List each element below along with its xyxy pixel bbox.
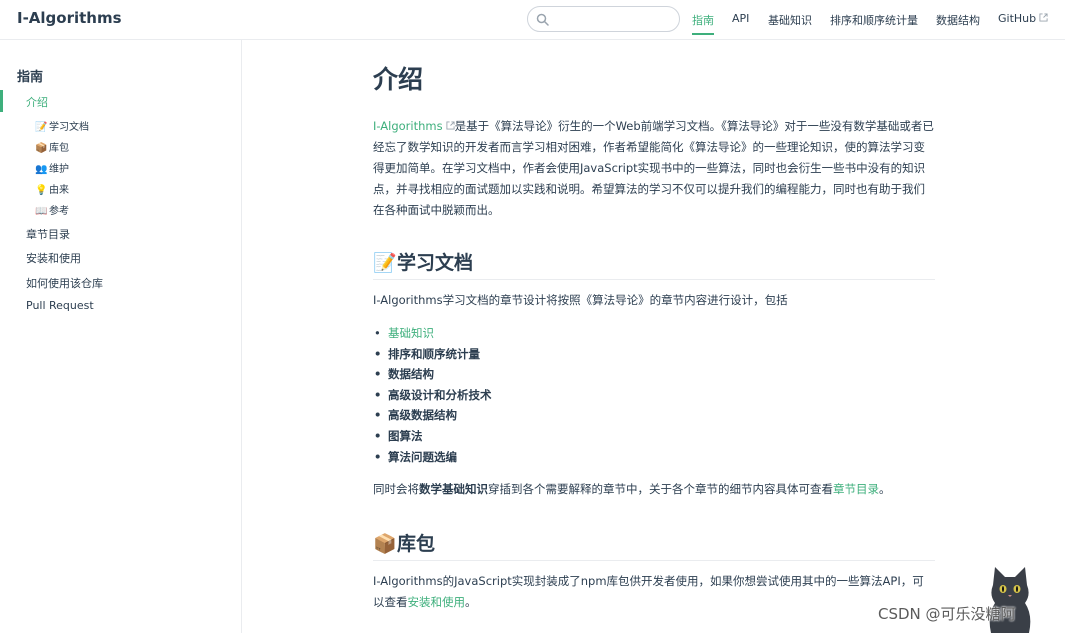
sidebar-item-chapters[interactable]: 章节目录	[26, 226, 70, 242]
sidebar-subitem-label: 库包	[49, 143, 69, 154]
section-package-text: I-Algorithms的JavaScript实现封装成了npm库包供开发者使用…	[373, 571, 935, 613]
nav-link-basics[interactable]: 基础知识	[768, 12, 812, 28]
book-icon: 📖	[35, 206, 48, 217]
section-docs-lead: I-Algorithms学习文档的章节设计将按照《算法导论》的章节内容进行设计，…	[373, 293, 788, 307]
section-docs-note: 同时会将数学基础知识穿插到各个需要解释的章节中，关于各个章节的细节内容具体可查看…	[373, 479, 935, 500]
sidebar-subitem-label: 维护	[49, 164, 69, 175]
sidebar-item-install[interactable]: 安装和使用	[26, 250, 81, 266]
sidebar-subitem-label: 参考	[49, 206, 69, 217]
sidebar-subitem-label: 学习文档	[49, 122, 89, 133]
memo-icon: 📝	[373, 252, 397, 274]
nav-link-sorting[interactable]: 排序和顺序统计量	[830, 12, 918, 28]
intro-link-text: I-Algorithms	[373, 119, 443, 133]
nav-link-github[interactable]: GitHub	[998, 12, 1048, 25]
section-heading-docs: 📝学习文档	[373, 248, 935, 280]
list-item: 算法问题选编	[373, 447, 492, 468]
package-icon: 📦	[35, 143, 48, 154]
search-input[interactable]	[554, 10, 672, 28]
list-item: 高级数据结构	[373, 405, 492, 426]
package-icon: 📦	[373, 533, 397, 555]
chapter-list: 基础知识 排序和顺序统计量 数据结构 高级设计和分析技术 高级数据结构 图算法 …	[373, 323, 492, 467]
sidebar-subitem-package[interactable]: 📦 库包	[35, 139, 69, 154]
list-item: 图算法	[373, 426, 492, 447]
memo-icon: 📝	[35, 122, 48, 133]
intro-text: 是基于《算法导论》衍生的一个Web前端学习文档。《算法导论》对于一些没有数学基础…	[373, 119, 934, 217]
people-icon: 👥	[35, 164, 48, 175]
lightbulb-icon: 💡	[35, 185, 48, 196]
section-heading-package: 📦库包	[373, 529, 935, 561]
sidebar-item-intro[interactable]: 介绍	[26, 94, 48, 110]
sidebar-item-pull-request[interactable]: Pull Request	[26, 299, 94, 312]
note-suffix: 。	[879, 482, 891, 496]
note-prefix: 同时会将	[373, 482, 419, 496]
search-box[interactable]	[527, 6, 680, 32]
sidebar-subitem-reference[interactable]: 📖 参考	[35, 202, 69, 217]
sidebar-heading[interactable]: 指南	[17, 66, 43, 85]
install-link[interactable]: 安装和使用	[408, 595, 466, 609]
site-name[interactable]: I-Algorithms	[17, 9, 122, 27]
sidebar-subitem-docs[interactable]: 📝 学习文档	[35, 118, 89, 133]
nav-link-data-structures[interactable]: 数据结构	[936, 12, 980, 28]
external-link-icon	[446, 121, 455, 130]
intro-paragraph: I-Algorithms 是基于《算法导论》衍生的一个Web前端学习文档。《算法导…	[373, 116, 935, 221]
package-suffix: 。	[465, 595, 477, 609]
note-bold: 数学基础知识	[419, 482, 488, 496]
list-item: 排序和顺序统计量	[373, 344, 492, 365]
list-item: 数据结构	[373, 364, 492, 385]
sidebar-subitem-origin[interactable]: 💡 由来	[35, 181, 69, 196]
page-title: 介绍	[373, 65, 424, 94]
search-icon	[536, 13, 549, 26]
nav-link-api[interactable]: API	[732, 12, 749, 25]
external-link-icon	[1039, 13, 1048, 22]
sidebar-subitem-maintain[interactable]: 👥 维护	[35, 160, 69, 175]
github-label: GitHub	[998, 12, 1037, 25]
intro-link[interactable]: I-Algorithms	[373, 119, 455, 133]
sidebar-item-how-to-use[interactable]: 如何使用该仓库	[26, 275, 103, 291]
list-item[interactable]: 基础知识	[373, 323, 492, 344]
chapters-link[interactable]: 章节目录	[833, 482, 879, 496]
sidebar: 指南 介绍 📝 学习文档 📦 库包 👥 维护 💡 由来 📖 参考 章节目录 安装和使用 如…	[0, 40, 242, 633]
section-title: 库包	[397, 533, 436, 555]
section-title: 学习文档	[397, 252, 474, 274]
sidebar-active-indicator	[0, 90, 3, 112]
nav-link-guide[interactable]: 指南	[692, 12, 714, 35]
note-middle: 穿插到各个需要解释的章节中，关于各个章节的细节内容具体可查看	[488, 482, 833, 496]
navbar: I-Algorithms 指南 API 基础知识 排序和顺序统计量 数据结构 G…	[0, 0, 1065, 40]
list-item: 高级设计和分析技术	[373, 385, 492, 406]
sidebar-subitem-label: 由来	[49, 185, 69, 196]
watermark: CSDN @可乐没糖阿	[878, 605, 1016, 623]
